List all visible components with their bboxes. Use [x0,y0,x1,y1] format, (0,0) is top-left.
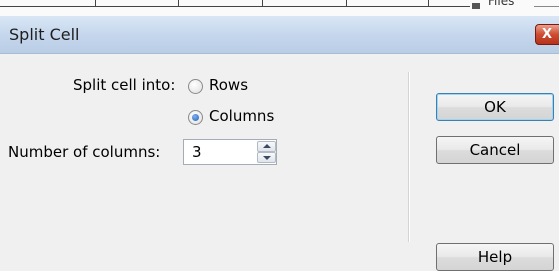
background-edge [534,6,559,7]
number-of-columns-label: Number of columns: [8,143,161,161]
dialog-body: Split cell into: Rows Columns Number of … [0,54,559,271]
columns-radio-label[interactable]: Columns [209,107,274,125]
help-button[interactable]: Help [436,243,554,271]
close-button[interactable]: X [535,24,559,45]
cancel-button[interactable]: Cancel [436,136,554,164]
background-tick [178,0,179,7]
split-cell-dialog: Split Cell X Split cell into: Rows Colum… [0,16,559,271]
ok-button[interactable]: OK [436,93,554,121]
spin-down-icon [263,156,271,160]
number-of-columns-stepper[interactable] [183,139,277,165]
background-tick [428,0,429,7]
columns-radio[interactable] [188,110,203,125]
close-icon: X [542,27,553,42]
background-gridline [0,6,470,7]
rows-radio[interactable] [188,79,203,94]
background-window: Files [0,0,559,16]
vertical-divider [408,72,410,242]
background-tick [95,0,96,7]
spin-up-icon [263,144,271,148]
rows-radio-label[interactable]: Rows [209,76,248,94]
background-tick [262,0,263,7]
number-of-columns-input[interactable] [184,140,252,164]
background-files-label: Files [488,0,515,8]
spin-up-button[interactable] [257,141,276,152]
split-cell-into-label: Split cell into: [73,76,176,94]
dialog-title: Split Cell [9,25,80,44]
title-bar[interactable]: Split Cell X [0,16,559,54]
background-icon [472,3,480,9]
background-tick [346,0,347,7]
spin-down-button[interactable] [257,152,276,163]
